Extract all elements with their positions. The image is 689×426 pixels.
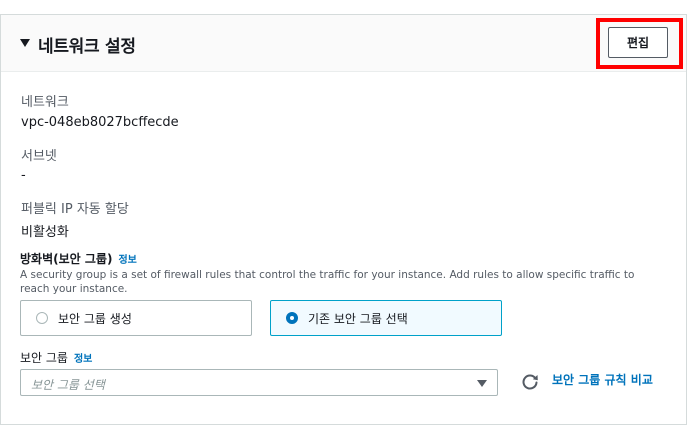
radio-create-sg[interactable] xyxy=(36,312,48,324)
refresh-icon[interactable] xyxy=(520,372,540,392)
sg-select-label-text: 보안 그룹 xyxy=(20,351,68,365)
section-title[interactable]: 네트워크 설정 xyxy=(38,32,136,57)
panel-header: 네트워크 설정 xyxy=(1,15,686,72)
select-placeholder: 보안 그룹 선택 xyxy=(31,378,105,392)
network-settings-panel: 네트워크 설정 네트워크 vpc-048eb8027bcffecde 서브넷 -… xyxy=(0,14,687,425)
network-label: 네트워크 xyxy=(21,95,69,110)
create-sg-label: 보안 그룹 생성 xyxy=(58,311,132,326)
collapse-caret-icon[interactable] xyxy=(20,39,30,47)
security-group-select[interactable]: 보안 그룹 선택 xyxy=(20,369,498,396)
sg-select-info-link[interactable]: 정보 xyxy=(74,354,92,365)
existing-sg-label: 기존 보안 그룹 선택 xyxy=(308,311,408,326)
radio-existing-sg[interactable] xyxy=(286,312,298,324)
edit-button[interactable]: 편집 xyxy=(608,27,668,58)
security-group-title-text: 방화벽(보안 그룹) xyxy=(20,252,113,266)
public-ip-value: 비활성화 xyxy=(21,225,69,240)
compare-sg-rules-link[interactable]: 보안 그룹 규칙 비교 xyxy=(552,371,653,388)
network-value: vpc-048eb8027bcffecde xyxy=(21,115,179,130)
subnet-value: - xyxy=(21,168,26,183)
security-group-select-label: 보안 그룹 정보 xyxy=(20,349,92,366)
public-ip-label: 퍼블릭 IP 자동 할당 xyxy=(21,202,129,217)
security-group-info-link[interactable]: 정보 xyxy=(118,255,136,266)
select-existing-security-group-option[interactable]: 기존 보안 그룹 선택 xyxy=(270,300,502,336)
create-security-group-option[interactable]: 보안 그룹 생성 xyxy=(20,300,252,336)
chevron-down-icon xyxy=(477,380,487,387)
security-group-description: A security group is a set of firewall ru… xyxy=(20,269,635,295)
security-group-title: 방화벽(보안 그룹) 정보 xyxy=(20,250,137,267)
subnet-label: 서브넷 xyxy=(21,149,57,164)
